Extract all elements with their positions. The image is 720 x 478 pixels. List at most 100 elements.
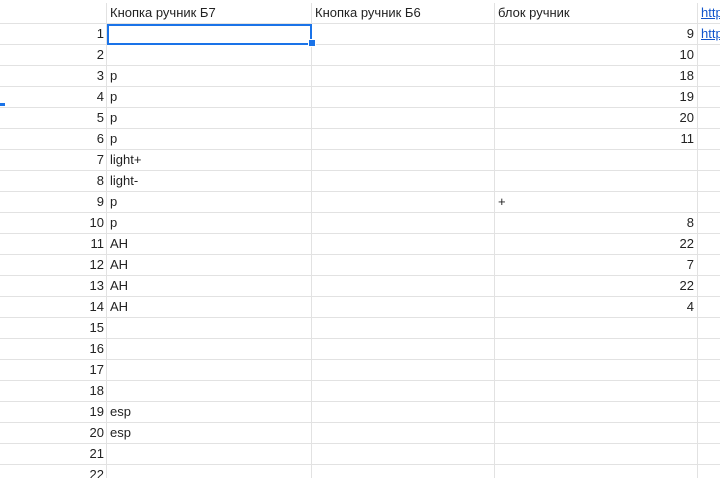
cell-col-c[interactable] <box>495 171 698 192</box>
cell-col-c[interactable] <box>495 339 698 360</box>
cell-col-a[interactable]: esp <box>107 423 312 444</box>
cell-col-c[interactable] <box>495 318 698 339</box>
cell-col-a[interactable] <box>107 45 312 66</box>
cell-col-d[interactable] <box>698 213 720 234</box>
cell-col-c[interactable] <box>495 444 698 465</box>
cell-header-c[interactable]: блок ручник <box>495 3 698 24</box>
row-number-header-empty[interactable] <box>0 3 107 24</box>
cell-col-c[interactable] <box>495 360 698 381</box>
cell-col-b[interactable] <box>312 129 495 150</box>
cell-col-b[interactable] <box>312 192 495 213</box>
cell-col-a[interactable] <box>107 465 312 478</box>
cell-col-d[interactable] <box>698 45 720 66</box>
cell-col-c[interactable]: 22 <box>495 276 698 297</box>
cell-col-c[interactable]: 22 <box>495 234 698 255</box>
row-number[interactable]: 8 <box>0 171 107 192</box>
cell-col-a[interactable]: AH <box>107 255 312 276</box>
cell-col-b[interactable] <box>312 360 495 381</box>
row-number[interactable]: 14 <box>0 297 107 318</box>
cell-col-a[interactable]: p <box>107 66 312 87</box>
cell-header-d[interactable]: http <box>698 3 720 24</box>
cell-col-d-link[interactable]: http <box>701 26 720 41</box>
cell-col-b[interactable] <box>312 423 495 444</box>
row-number[interactable]: 12 <box>0 255 107 276</box>
cell-col-b[interactable] <box>312 234 495 255</box>
cell-col-a[interactable]: light- <box>107 171 312 192</box>
cell-col-b[interactable] <box>312 45 495 66</box>
cell-col-d[interactable] <box>698 381 720 402</box>
cell-col-d[interactable] <box>698 129 720 150</box>
row-number[interactable]: 3 <box>0 66 107 87</box>
cell-col-a[interactable]: light+ <box>107 150 312 171</box>
row-number[interactable]: 11 <box>0 234 107 255</box>
row-number[interactable]: 22 <box>0 465 107 478</box>
row-number[interactable]: 2 <box>0 45 107 66</box>
cell-col-d[interactable] <box>698 318 720 339</box>
row-number[interactable]: 15 <box>0 318 107 339</box>
cell-col-a[interactable]: p <box>107 213 312 234</box>
cell-col-d[interactable] <box>698 255 720 276</box>
cell-col-b[interactable] <box>312 150 495 171</box>
cell-col-c[interactable]: 8 <box>495 213 698 234</box>
row-number[interactable]: 4 <box>0 87 107 108</box>
row-number[interactable]: 16 <box>0 339 107 360</box>
cell-col-d[interactable]: http <box>698 24 720 45</box>
cell-col-c[interactable] <box>495 381 698 402</box>
cell-col-b[interactable] <box>312 339 495 360</box>
cell-col-d[interactable] <box>698 87 720 108</box>
row-number[interactable]: 19 <box>0 402 107 423</box>
row-number[interactable]: 17 <box>0 360 107 381</box>
cell-col-a[interactable]: p <box>107 129 312 150</box>
cell-col-b[interactable] <box>312 255 495 276</box>
cell-col-c[interactable] <box>495 423 698 444</box>
cell-col-c[interactable] <box>495 402 698 423</box>
row-number[interactable]: 9 <box>0 192 107 213</box>
cell-col-d[interactable] <box>698 360 720 381</box>
cell-col-a[interactable]: p <box>107 192 312 213</box>
cell-col-b[interactable] <box>312 402 495 423</box>
cell-col-d[interactable] <box>698 402 720 423</box>
cell-col-d[interactable] <box>698 444 720 465</box>
cell-col-a[interactable] <box>107 444 312 465</box>
row-number[interactable]: 13 <box>0 276 107 297</box>
cell-col-c[interactable]: 19 <box>495 87 698 108</box>
cell-col-b[interactable] <box>312 381 495 402</box>
row-number[interactable]: 21 <box>0 444 107 465</box>
cell-col-c[interactable]: 20 <box>495 108 698 129</box>
row-number[interactable]: 20 <box>0 423 107 444</box>
cell-col-a[interactable]: esp <box>107 402 312 423</box>
cell-col-a[interactable] <box>107 360 312 381</box>
cell-col-a[interactable]: p <box>107 87 312 108</box>
cell-col-a[interactable] <box>107 318 312 339</box>
cell-col-b[interactable] <box>312 318 495 339</box>
cell-header-a[interactable]: Кнопка ручник Б7 <box>107 3 312 24</box>
cell-col-a[interactable]: p <box>107 108 312 129</box>
cell-col-a[interactable] <box>107 381 312 402</box>
cell-col-d[interactable] <box>698 192 720 213</box>
cell-col-c[interactable] <box>495 465 698 478</box>
row-number[interactable]: 1 <box>0 24 107 45</box>
cell-col-d[interactable] <box>698 108 720 129</box>
cell-col-a[interactable]: AH <box>107 297 312 318</box>
cell-col-c[interactable] <box>495 150 698 171</box>
row-number[interactable]: 18 <box>0 381 107 402</box>
row-number[interactable]: 7 <box>0 150 107 171</box>
cell-col-d[interactable] <box>698 276 720 297</box>
cell-col-b[interactable] <box>312 276 495 297</box>
cell-col-b[interactable] <box>312 87 495 108</box>
cell-col-b[interactable] <box>312 444 495 465</box>
cell-header-d-link[interactable]: http <box>701 5 720 20</box>
cell-col-b[interactable] <box>312 66 495 87</box>
cell-col-b[interactable] <box>312 108 495 129</box>
cell-col-c[interactable]: 18 <box>495 66 698 87</box>
row-number[interactable]: 10 <box>0 213 107 234</box>
cell-col-c[interactable]: 4 <box>495 297 698 318</box>
selection-fill-handle[interactable] <box>308 39 316 47</box>
cell-col-b[interactable] <box>312 171 495 192</box>
cell-col-a[interactable] <box>107 339 312 360</box>
cell-col-c[interactable]: + <box>495 192 698 213</box>
cell-col-d[interactable] <box>698 423 720 444</box>
cell-col-d[interactable] <box>698 339 720 360</box>
cell-col-b[interactable] <box>312 297 495 318</box>
cell-col-d[interactable] <box>698 465 720 478</box>
